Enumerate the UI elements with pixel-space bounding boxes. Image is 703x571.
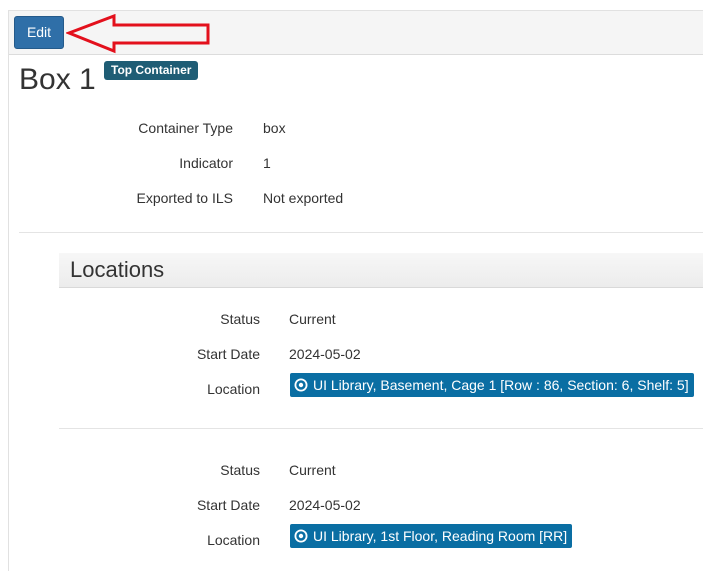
locations-heading: Locations bbox=[70, 257, 165, 282]
status-value: Current bbox=[289, 462, 336, 478]
status-label: Status bbox=[220, 311, 260, 327]
start-date-value: 2024-05-02 bbox=[289, 497, 361, 513]
divider bbox=[19, 232, 703, 233]
red-arrow-icon bbox=[66, 14, 210, 54]
location-target-icon bbox=[294, 529, 308, 543]
location-link[interactable]: UI Library, 1st Floor, Reading Room [RR] bbox=[290, 524, 573, 548]
start-date-label: Start Date bbox=[196, 497, 260, 513]
location-link-text: UI Library, Basement, Cage 1 [Row : 86, … bbox=[313, 377, 689, 393]
location-target-icon bbox=[294, 378, 308, 392]
location-label: Location bbox=[207, 381, 260, 397]
status-label: Status bbox=[220, 462, 260, 478]
container-type-label: Container Type bbox=[138, 120, 233, 136]
start-date-label: Start Date bbox=[196, 346, 260, 362]
location-link[interactable]: UI Library, Basement, Cage 1 [Row : 86, … bbox=[290, 373, 694, 397]
container-type-value: box bbox=[263, 120, 286, 136]
location-label: Location bbox=[207, 532, 260, 548]
edit-button[interactable]: Edit bbox=[14, 16, 64, 49]
location-link-text: UI Library, 1st Floor, Reading Room [RR] bbox=[313, 528, 568, 544]
start-date-value: 2024-05-02 bbox=[289, 346, 361, 362]
indicator-label: Indicator bbox=[179, 155, 233, 171]
page-title: Box 1 bbox=[19, 63, 96, 96]
indicator-value: 1 bbox=[263, 155, 271, 171]
record-type-badge: Top Container bbox=[104, 61, 199, 80]
exported-value: Not exported bbox=[263, 190, 344, 206]
exported-label: Exported to ILS bbox=[136, 190, 233, 206]
divider bbox=[59, 428, 703, 429]
status-value: Current bbox=[289, 311, 336, 327]
page-frame bbox=[8, 10, 703, 571]
